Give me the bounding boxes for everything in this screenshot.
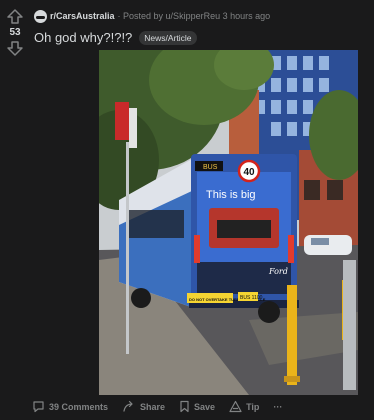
license-plate-text: BUS 1100 [240,295,263,301]
ad-brand: Ford [268,267,288,276]
sign-pole [126,142,129,354]
posted-by[interactable]: · Posted by u/SkipperReu 3 hours ago [118,11,271,21]
bus-stop-sign [115,102,129,140]
speed-sign-text: 40 [243,167,255,178]
bookmark-icon [180,400,189,413]
yellow-bollard [287,285,297,385]
downvote-icon[interactable] [4,41,26,57]
subreddit-link[interactable]: r/CarsAustralia [50,11,115,21]
comment-icon [33,401,44,413]
share-label: Share [140,401,166,412]
tip-icon [229,400,242,413]
tip-label: Tip [246,401,260,412]
svg-text:BUS: BUS [203,164,218,171]
subreddit-icon[interactable] [34,9,47,23]
vote-column: 53 [4,8,26,57]
post-card[interactable]: 53 r/CarsAustralia · Posted by u/Skipper… [0,0,374,420]
post-flair[interactable]: News/Article [139,30,197,45]
ad-headline: This is big [206,189,256,201]
post-title[interactable]: Oh god why?!?!? [34,30,132,45]
share-icon [123,400,133,412]
comments-button[interactable]: 39 Comments [32,400,108,413]
vote-count: 53 [9,27,21,38]
comments-label: 39 Comments [49,401,109,412]
share-button[interactable]: Share [122,400,165,413]
post-image[interactable]: BUS 40 This is big Ford DO NOT OVERTAKE … [99,50,358,395]
tip-button[interactable]: Tip [229,400,259,413]
action-bar: 39 Comments Share Save Tip ··· [32,400,296,413]
save-button[interactable]: Save [179,400,215,413]
upvote-icon[interactable] [4,8,26,24]
title-row: Oh god why?!?!? News/Article [34,30,197,45]
more-options-icon[interactable]: ··· [273,402,282,412]
save-label: Save [194,401,216,412]
post-meta: r/CarsAustralia · Posted by u/SkipperReu… [34,9,270,23]
